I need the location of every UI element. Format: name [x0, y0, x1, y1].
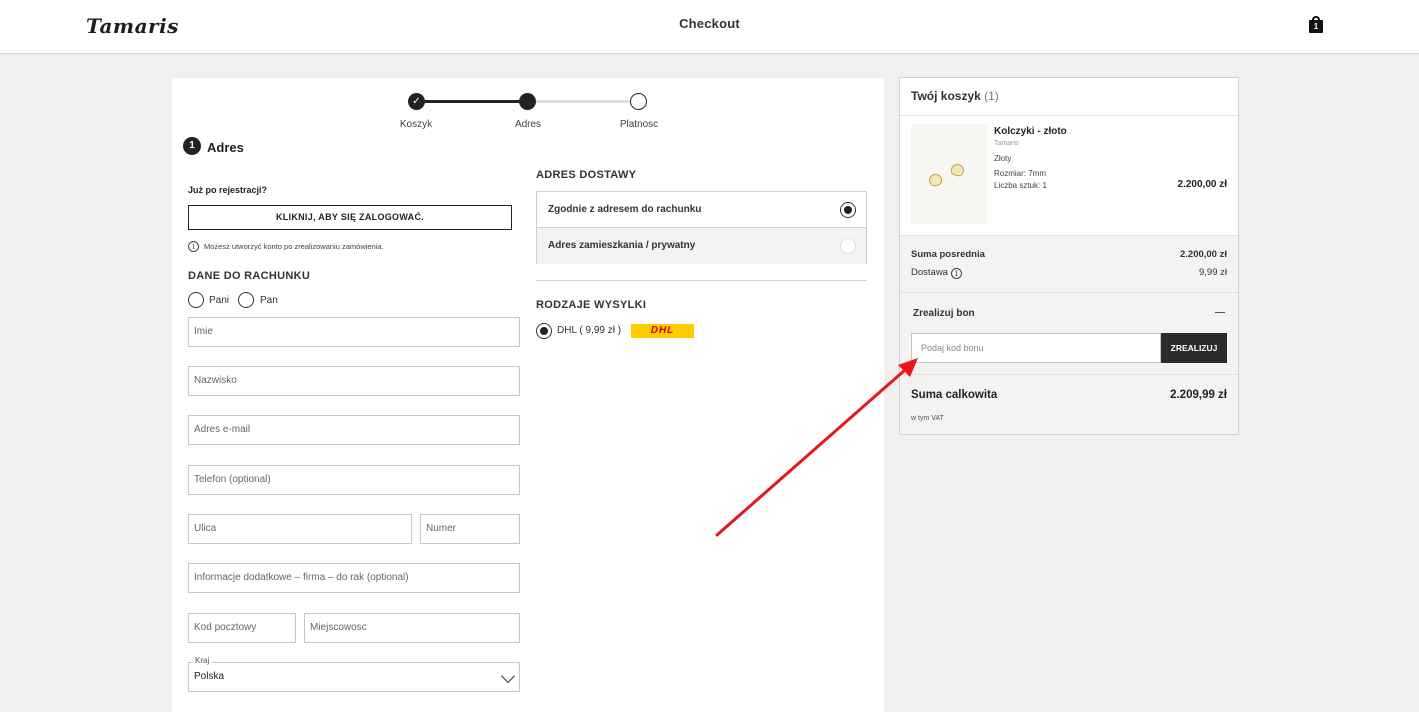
total-label: Suma calkowita [911, 389, 998, 401]
product-image[interactable] [911, 124, 987, 224]
house-number-field[interactable]: Numer [420, 514, 520, 544]
voucher-code-input[interactable]: Podaj kod bonu [911, 333, 1161, 363]
delivery-options: Zgodnie z adresem do rachunku Adres zami… [536, 191, 867, 264]
earring-right [950, 162, 965, 178]
voucher-title[interactable]: Zrealizuj bon [913, 308, 975, 319]
salutation-pani-label: Pani [209, 295, 230, 306]
info-icon[interactable]: i [950, 268, 962, 279]
cart-item-count: (1) [984, 89, 999, 103]
account-info-text: Możesz utworzyć konto po zrealizowaniu z… [204, 242, 384, 251]
product-brand: Tamaris [994, 140, 1019, 147]
street-field[interactable]: Ulica [188, 514, 412, 544]
salutation-pani-radio[interactable] [188, 292, 204, 308]
section-number-badge: 1 [183, 137, 201, 155]
page-title: Checkout [679, 16, 740, 31]
first-name-field[interactable]: Imie [188, 317, 520, 347]
shopping-bag-icon[interactable]: 1 [1309, 16, 1323, 33]
product-size: Rozmiar: 7mm [994, 169, 1047, 178]
shipping-dhl-label[interactable]: DHL ( 9,99 zł ) [557, 325, 621, 336]
product-color: Złoty [994, 154, 1012, 163]
dhl-logo: DHL [631, 324, 694, 338]
cart-count-badge: 1 [1313, 22, 1319, 31]
salutation-pan-radio[interactable] [238, 292, 254, 308]
total-value: 2.209,99 zł [1170, 389, 1227, 401]
cart-title: Twój koszyk [911, 89, 981, 103]
last-name-field[interactable]: Nazwisko [188, 366, 520, 396]
subtotal-block: Suma posrednia 2.200,00 zł Dostawa i 9,99… [900, 235, 1238, 293]
vat-note: w tym VAT [911, 415, 944, 422]
product-name[interactable]: Kolczyki - złoto [994, 126, 1067, 137]
cart-summary: Twój koszyk (1) Kolczyki - złoto Tamaris… [899, 77, 1239, 435]
chevron-down-icon [500, 668, 516, 684]
country-value: Polska [194, 671, 225, 682]
step-label-koszyk[interactable]: Koszyk [376, 119, 456, 130]
cart-header: Twój koszyk (1) [900, 78, 1238, 116]
stepper-progress-line [417, 100, 527, 103]
checkout-form-card: ✓ Koszyk Adres Platnosc 1 Adres Już po r… [172, 78, 884, 712]
additional-info-field[interactable]: Informacje dodatkowe – firma – do rak (o… [188, 563, 520, 593]
subtotal-value: 2.200,00 zł [1179, 249, 1227, 260]
subtotal-row: Suma posrednia 2.200,00 zł [911, 249, 1227, 260]
delivery-option-billing-radio[interactable] [840, 202, 856, 218]
country-select[interactable]: Kraj Polska [188, 656, 520, 692]
voucher-block: Zrealizuj bon Podaj kod bonu ZREALIZUJ [900, 293, 1238, 375]
delivery-option-private-label: Adres zamieszkania / prywatny [548, 240, 696, 251]
phone-field[interactable]: Telefon (optional) [188, 465, 520, 495]
email-field[interactable]: Adres e-mail [188, 415, 520, 445]
delivery-option-private[interactable]: Adres zamieszkania / prywatny [537, 228, 866, 264]
section-title: Adres [207, 140, 244, 155]
billing-heading: DANE DO RACHUNKU [188, 270, 311, 282]
step-label-platnosc: Platnosc [619, 119, 659, 130]
shipping-cost-label: Dostawa [911, 267, 948, 278]
subtotal-label: Suma posrednia [911, 249, 985, 260]
delivery-option-private-radio[interactable] [840, 238, 856, 254]
earring-left [927, 172, 944, 188]
info-icon: i [188, 241, 199, 252]
stepper-remaining-line [527, 100, 639, 103]
shipping-dhl-radio[interactable] [536, 323, 552, 339]
product-price: 2.200,00 zł [1177, 179, 1227, 190]
login-question: Już po rejestracji? [188, 185, 268, 195]
shipping-cost-row: Dostawa i 9,99 zł [911, 267, 1227, 279]
delivery-option-billing-label: Zgodnie z adresem do rachunku [548, 204, 702, 215]
top-bar: Tamaris Checkout 1 [0, 0, 1419, 54]
step-label-adres: Adres [514, 119, 542, 130]
delivery-option-billing[interactable]: Zgodnie z adresem do rachunku [537, 192, 866, 228]
delivery-heading: ADRES DOSTAWY [536, 169, 637, 181]
shipping-cost-value: 9,99 zł [1199, 267, 1227, 278]
login-button[interactable]: KLIKNIJ, ABY SIĘ ZALOGOWAĆ. [188, 205, 512, 230]
country-label: Kraj [193, 656, 212, 666]
city-field[interactable]: Miejscowosc [304, 613, 520, 643]
product-quantity: Liczba sztuk: 1 [994, 181, 1047, 190]
shipping-heading: RODZAJE WYSYLKI [536, 299, 647, 311]
step-adres-dot [519, 93, 536, 110]
redeem-voucher-button[interactable]: ZREALIZUJ [1161, 333, 1227, 363]
section-divider [536, 280, 867, 281]
account-info-note: i Możesz utworzyć konto po zrealizowaniu… [188, 241, 384, 252]
collapse-minus-icon[interactable] [1215, 312, 1225, 313]
step-koszyk-check-icon[interactable]: ✓ [408, 93, 425, 110]
postal-code-field[interactable]: Kod pocztowy [188, 613, 296, 643]
total-block: Suma calkowita 2.209,99 zł w tym VAT [900, 375, 1238, 434]
salutation-pan-label: Pan [260, 295, 278, 306]
step-platnosc-dot [630, 93, 647, 110]
